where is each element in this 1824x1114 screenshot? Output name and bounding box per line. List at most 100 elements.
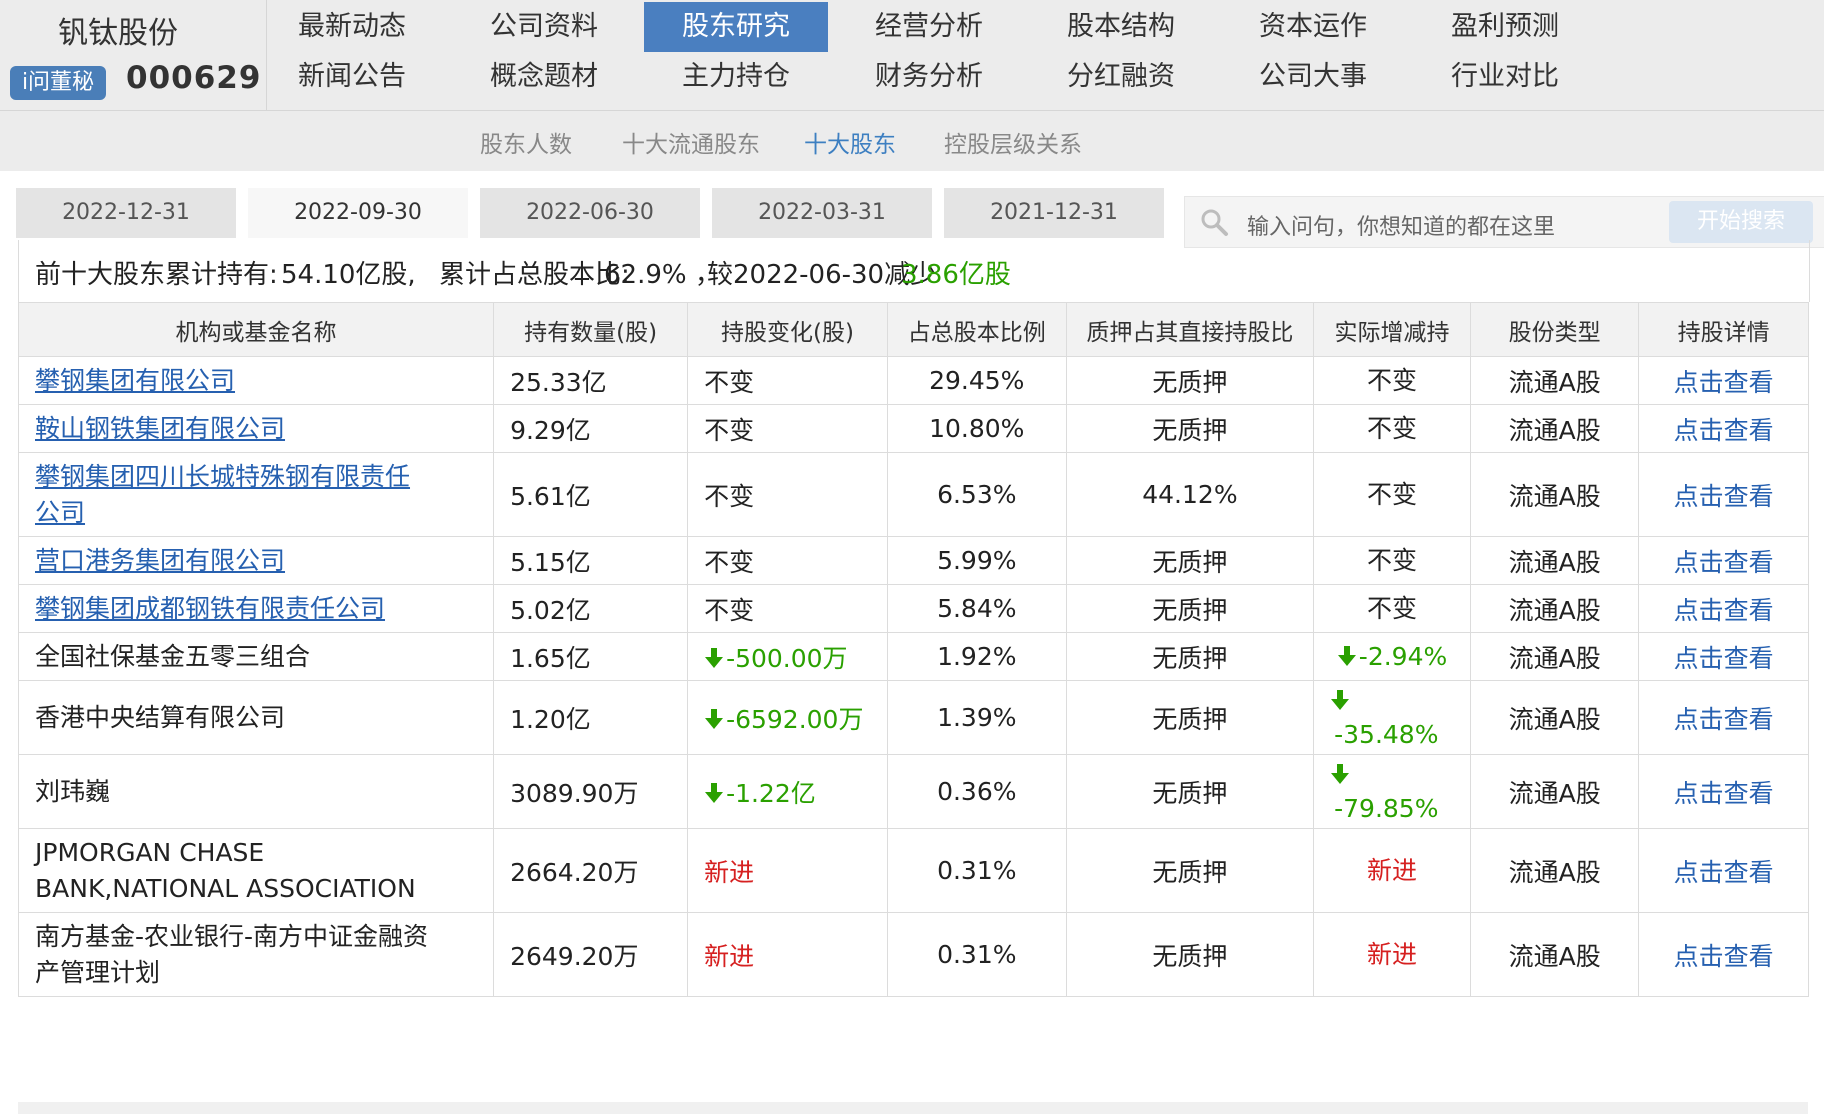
view-detail-link[interactable]: 点击查看 xyxy=(1674,596,1774,625)
pledge-ratio: 无质押 xyxy=(1152,778,1228,808)
nav-item-2-6[interactable]: 公司大事 xyxy=(1221,52,1405,102)
pledge-cell: 无质押 xyxy=(1065,912,1315,997)
change-cell: 不变 xyxy=(687,584,888,633)
holder-link[interactable]: 营口港务集团有限公司 xyxy=(35,546,285,575)
pledge-cell: 无质押 xyxy=(1065,584,1315,633)
holder-name-cell: 香港中央结算有限公司 xyxy=(17,680,495,755)
change-cell: 新进 xyxy=(687,912,888,997)
detail-cell: 点击查看 xyxy=(1638,356,1809,405)
detail-cell: 点击查看 xyxy=(1638,828,1809,913)
view-detail-link[interactable]: 点击查看 xyxy=(1674,705,1774,734)
quantity-cell: 9.29亿 xyxy=(493,404,689,453)
nav-item-1-3[interactable]: 股东研究 xyxy=(644,2,828,52)
holder-name-cell: 鞍山钢铁集团有限公司 xyxy=(17,404,495,453)
actual-change: 不变 xyxy=(1367,593,1418,623)
share-type: 流通A股 xyxy=(1508,481,1601,511)
share-type: 流通A股 xyxy=(1508,547,1601,577)
subnav-item-2[interactable]: 十大流通股东 xyxy=(622,125,760,159)
table-row: 香港中央结算有限公司 1.20亿 -6592.00万 1.39% 无质押 -35.48% 流… xyxy=(17,680,1809,755)
nav-item-2-3[interactable]: 主力持仓 xyxy=(644,52,828,102)
column-header: 占总股本比例 xyxy=(886,302,1067,357)
table-row: 攀钢集团有限公司 25.33亿 不变 29.45% 无质押 不变 流通A股 点击查看 xyxy=(17,356,1809,405)
pledge-cell: 无质押 xyxy=(1065,536,1315,585)
holder-link[interactable]: 鞍山钢铁集团有限公司 xyxy=(35,414,285,443)
holding-quantity: 1.20亿 xyxy=(510,704,591,734)
nav-item-1-4[interactable]: 经营分析 xyxy=(837,2,1021,52)
subnav-item-4[interactable]: 控股层级关系 xyxy=(944,125,1082,159)
holding-quantity: 2664.20万 xyxy=(510,857,639,887)
nav-item-2-4[interactable]: 财务分析 xyxy=(837,52,1021,102)
decrease-arrow-icon xyxy=(705,708,724,729)
holding-change: 不变 xyxy=(704,547,755,577)
top-nav-bar: 钒钛股份 i问董秘 000629 最新动态 公司资料 股东研究 经营分析 股本结构 资本运… xyxy=(0,0,1824,111)
pledge-cell: 无质押 xyxy=(1065,828,1315,913)
stock-code: 000629 xyxy=(126,60,262,96)
share-type: 流通A股 xyxy=(1508,778,1601,808)
holding-quantity: 2649.20万 xyxy=(510,941,639,971)
date-tab[interactable]: 2022-06-30 xyxy=(480,188,700,238)
nav-item-2-7[interactable]: 行业对比 xyxy=(1413,52,1597,102)
holder-link[interactable]: 攀钢集团四川长城特殊钢有限责任 xyxy=(35,462,410,491)
holder-link[interactable]: 攀钢集团有限公司 xyxy=(35,366,235,395)
holder-name: JPMORGAN CHASE xyxy=(35,837,265,867)
view-detail-link[interactable]: 点击查看 xyxy=(1674,644,1774,673)
decrease-arrow-icon xyxy=(705,782,724,803)
search-input[interactable]: 输入问句，你想知道的都在这里 xyxy=(1247,209,1555,241)
quantity-cell: 2664.20万 xyxy=(493,828,689,913)
holding-change: 不变 xyxy=(704,415,755,445)
view-detail-link[interactable]: 点击查看 xyxy=(1674,858,1774,887)
nav-item-1-6[interactable]: 资本运作 xyxy=(1221,2,1405,52)
quantity-cell: 25.33亿 xyxy=(493,356,689,405)
nav-item-1-1[interactable]: 最新动态 xyxy=(260,2,444,52)
view-detail-link[interactable]: 点击查看 xyxy=(1674,942,1774,971)
ratio-cell: 1.39% xyxy=(886,680,1067,755)
holding-quantity: 5.02亿 xyxy=(510,595,591,625)
nav-item-1-2[interactable]: 公司资料 xyxy=(452,2,636,52)
detail-cell: 点击查看 xyxy=(1638,632,1809,681)
nav-item-2-5[interactable]: 分红融资 xyxy=(1029,52,1213,102)
change-cell: -1.22亿 xyxy=(687,754,888,829)
subnav-item-3[interactable]: 十大股东 xyxy=(804,125,896,159)
holder-link[interactable]: 攀钢集团成都钢铁有限责任公司 xyxy=(35,594,385,623)
search-button[interactable]: 开始搜索 xyxy=(1669,201,1813,243)
actual-change: 新进 xyxy=(1367,855,1418,885)
share-type-cell: 流通A股 xyxy=(1469,536,1640,585)
pledge-ratio: 无质押 xyxy=(1152,941,1228,971)
subnav-item-1[interactable]: 股东人数 xyxy=(480,125,572,159)
date-tab[interactable]: 2022-09-30 xyxy=(248,188,468,238)
holder-link[interactable]: 公司 xyxy=(35,498,85,527)
nav-item-1-7[interactable]: 盈利预测 xyxy=(1413,2,1597,52)
holder-name: 刘玮巍 xyxy=(35,776,111,806)
column-header: 实际增减持 xyxy=(1313,302,1471,357)
date-tab[interactable]: 2022-12-31 xyxy=(16,188,236,238)
holder-name-cell: 全国社保基金五零三组合 xyxy=(17,632,495,681)
holder-name-cell: 攀钢集团有限公司 xyxy=(17,356,495,405)
ask-secretary-badge[interactable]: i问董秘 xyxy=(10,66,106,100)
date-tab[interactable]: 2022-03-31 xyxy=(712,188,932,238)
date-tab[interactable]: 2021-12-31 xyxy=(944,188,1164,238)
share-type-cell: 流通A股 xyxy=(1469,452,1640,537)
actual-change: 不变 xyxy=(1367,545,1418,575)
view-detail-link[interactable]: 点击查看 xyxy=(1674,779,1774,808)
holder-name-cell: 南方基金-农业银行-南方中证金融资 产管理计划 xyxy=(17,912,495,997)
view-detail-link[interactable]: 点击查看 xyxy=(1674,416,1774,445)
view-detail-link[interactable]: 点击查看 xyxy=(1674,548,1774,577)
holding-quantity: 3089.90万 xyxy=(510,778,639,808)
change-cell: -500.00万 xyxy=(687,632,888,681)
view-detail-link[interactable]: 点击查看 xyxy=(1674,482,1774,511)
share-type-cell: 流通A股 xyxy=(1469,404,1640,453)
share-type-cell: 流通A股 xyxy=(1469,584,1640,633)
view-detail-link[interactable]: 点击查看 xyxy=(1674,368,1774,397)
summary-amount: 54.10亿股, xyxy=(281,260,416,290)
nav-item-1-5[interactable]: 股本结构 xyxy=(1029,2,1213,52)
table-row: 全国社保基金五零三组合 1.65亿 -500.00万 1.92% 无质押 -2.94% 流通… xyxy=(17,632,1809,681)
nav-item-2-2[interactable]: 概念题材 xyxy=(452,52,636,102)
ratio-cell: 5.99% xyxy=(886,536,1067,585)
share-type: 流通A股 xyxy=(1508,704,1601,734)
quantity-cell: 5.15亿 xyxy=(493,536,689,585)
share-type-cell: 流通A股 xyxy=(1469,912,1640,997)
nav-item-2-1[interactable]: 新闻公告 xyxy=(260,52,444,102)
table-row: 鞍山钢铁集团有限公司 9.29亿 不变 10.80% 无质押 不变 流通A股 点击查看 xyxy=(17,404,1809,453)
holding-change: 新进 xyxy=(704,857,755,887)
holding-change: -500.00万 xyxy=(726,643,848,673)
